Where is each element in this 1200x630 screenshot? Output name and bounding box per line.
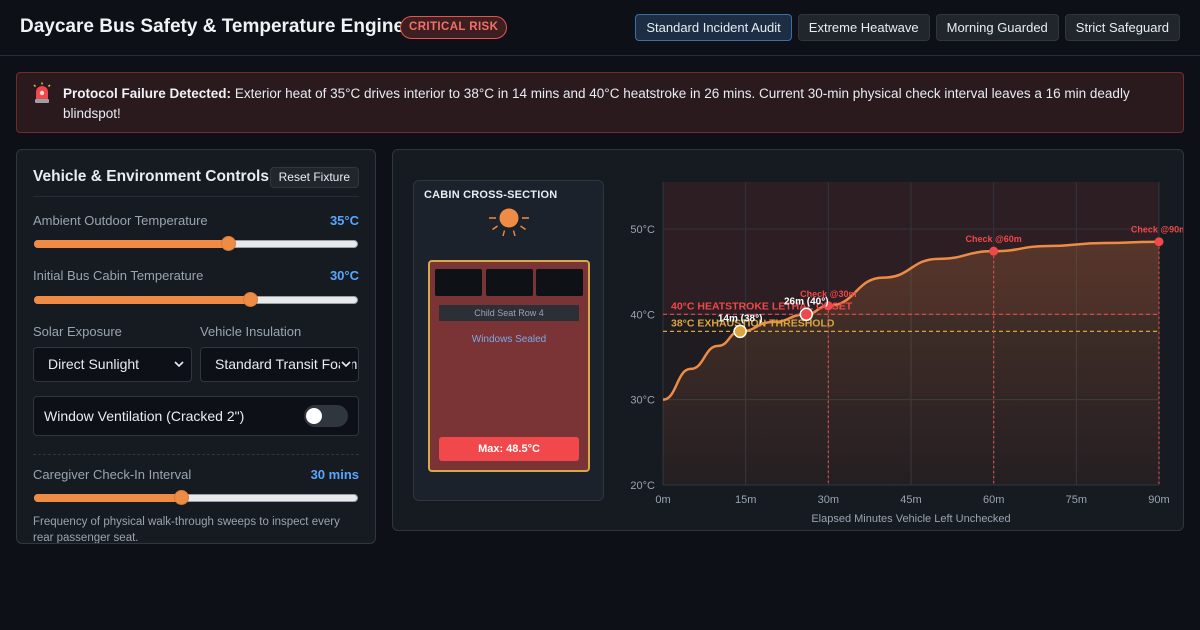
panel-divider	[33, 196, 359, 197]
checkin-interval-slider[interactable]	[34, 490, 358, 505]
slider-thumb[interactable]	[221, 236, 237, 251]
slider-fill	[34, 240, 229, 248]
check-point	[1154, 237, 1164, 247]
vehicle-insulation-select[interactable]: Standard Transit Foam	[200, 347, 359, 382]
marker-label: 26m (40°)	[784, 296, 829, 307]
preset-morning-guarded-button[interactable]: Morning Guarded	[935, 14, 1059, 41]
alert-heading: Protocol Failure Detected:	[63, 86, 232, 101]
x-tick-label: 60m	[983, 494, 1004, 506]
ambient-temp-label: Ambient Outdoor Temperature	[33, 213, 208, 228]
solar-exposure-select[interactable]: Direct Sunlight	[33, 347, 192, 382]
window-ventilation-label: Window Ventilation (Cracked 2")	[44, 408, 245, 424]
checkin-interval-help: Frequency of physical walk-through sweep…	[33, 516, 340, 544]
initial-cabin-temp-slider[interactable]	[34, 292, 358, 307]
window-ventilation-row: Window Ventilation (Cracked 2")	[33, 396, 359, 436]
x-tick-label: 90m	[1148, 494, 1169, 506]
preset-standard-incident-audit-button[interactable]: Standard Incident Audit	[635, 14, 792, 41]
threshold-crossing-marker	[733, 324, 747, 339]
x-tick-label: 15m	[735, 494, 756, 506]
slider-fill	[34, 494, 182, 502]
preset-toolbar: Standard Incident Audit Extreme Heatwave…	[635, 14, 1180, 41]
y-tick-label: 50°C	[630, 224, 655, 236]
toggle-knob	[306, 408, 322, 424]
siren-icon	[33, 82, 51, 103]
y-tick-label: 40°C	[630, 309, 655, 321]
checkin-interval-label: Caregiver Check-In Interval	[33, 467, 192, 482]
slider-fill	[34, 296, 251, 304]
threshold-crossing-marker	[799, 307, 814, 322]
initial-cabin-temp-value: 30°C	[329, 268, 359, 283]
initial-cabin-temp-label: Initial Bus Cabin Temperature	[33, 268, 204, 283]
check-point	[989, 246, 999, 256]
ambient-temp-slider[interactable]	[34, 236, 358, 251]
panel-title: Vehicle & Environment Controls	[33, 168, 269, 185]
preset-strict-safeguard-button[interactable]: Strict Safeguard	[1064, 14, 1180, 41]
app-title: Daycare Bus Safety & Temperature Engine	[20, 16, 405, 37]
preset-extreme-heatwave-button[interactable]: Extreme Heatwave	[797, 14, 930, 41]
check-label: Check @60m	[966, 234, 1022, 244]
y-tick-label: 20°C	[630, 480, 655, 492]
x-tick-label: 45m	[900, 494, 921, 506]
slider-thumb[interactable]	[174, 490, 190, 505]
solar-exposure-label: Solar Exposure	[33, 324, 122, 339]
risk-status-badge: CRITICAL RISK	[400, 16, 508, 39]
slider-thumb[interactable]	[243, 292, 259, 307]
vehicle-insulation-value: Standard Transit Foam	[215, 356, 358, 372]
x-axis-label: Elapsed Minutes Vehicle Left Unchecked	[811, 513, 1010, 525]
y-tick-label: 30°C	[630, 395, 655, 407]
ambient-temp-value: 35°C	[329, 213, 359, 228]
alert-message: Protocol Failure Detected: Exterior heat…	[63, 84, 1163, 124]
chevron-down-icon	[174, 361, 184, 368]
app-header: Daycare Bus Safety & Temperature Engine …	[0, 0, 1200, 56]
checkin-interval-value: 30 mins	[310, 467, 359, 482]
vehicle-environment-controls-panel: Vehicle & Environment Controls Reset Fix…	[16, 149, 376, 544]
chevron-down-icon	[340, 348, 352, 381]
temperature-chart: 0m 15m 30m 45m 60m 75m 90m20°C30°C40°C50°C40°C…	[630, 182, 1184, 525]
check-label: Check @90m	[1131, 225, 1184, 235]
visualization-panel: CABIN CROSS-SECTION Child Seat Row 4 Win…	[392, 149, 1184, 531]
vehicle-insulation-label: Vehicle Insulation	[200, 324, 302, 339]
marker-label: 14m (38°)	[718, 313, 763, 324]
x-tick-label: 30m	[818, 494, 839, 506]
protocol-failure-alert: Protocol Failure Detected: Exterior heat…	[16, 72, 1184, 133]
reset-fixture-button[interactable]: Reset Fixture	[269, 167, 359, 188]
solar-exposure-value: Direct Sunlight	[48, 356, 140, 372]
section-divider	[33, 454, 359, 455]
window-ventilation-toggle[interactable]	[304, 405, 348, 427]
x-tick-label: 0m	[655, 494, 670, 506]
x-tick-label: 75m	[1066, 494, 1087, 506]
